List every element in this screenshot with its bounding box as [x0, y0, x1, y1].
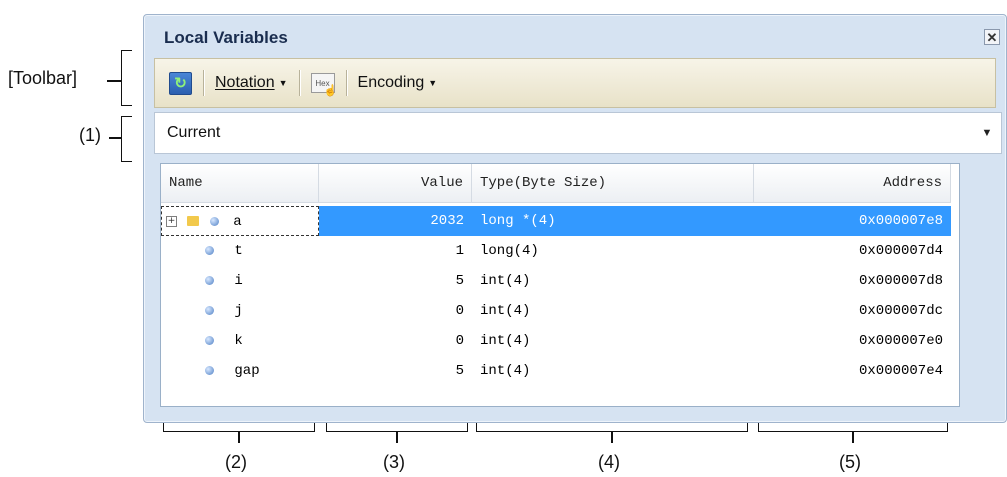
- value-cell[interactable]: 1: [319, 236, 472, 266]
- variable-icon: [205, 305, 214, 315]
- close-icon: ✕: [986, 29, 998, 45]
- column-header-address[interactable]: Address: [754, 164, 951, 202]
- refresh-button[interactable]: ↻: [169, 71, 192, 95]
- address-column-annotation: (5): [839, 452, 861, 472]
- value-cell[interactable]: 5: [319, 266, 472, 296]
- refresh-icon: ↻: [174, 74, 187, 92]
- variable-name: t: [234, 243, 243, 259]
- name-cell[interactable]: j: [161, 296, 319, 326]
- value-cell[interactable]: 2032: [319, 206, 472, 236]
- value-column-annotation: (3): [383, 452, 405, 472]
- panel-title: Local Variables: [164, 28, 288, 47]
- value-column-bracket-tick: [396, 431, 398, 443]
- scope-annotation-leader: [109, 137, 121, 139]
- encoding-menu-button[interactable]: Encoding ▼: [358, 74, 438, 92]
- column-header-type[interactable]: Type(Byte Size): [472, 164, 754, 202]
- address-cell: 0x000007d4: [858, 243, 943, 259]
- local-variables-panel: Local Variables ✕ ↻ Notation ▼ Hex ☝ Enc…: [143, 14, 1007, 423]
- name-cell[interactable]: k: [161, 326, 319, 356]
- type-column-annotation: (4): [598, 452, 620, 472]
- variable-name: j: [234, 303, 243, 319]
- toolbar-separator: [298, 70, 300, 96]
- scope-select[interactable]: Current ▼: [154, 112, 1002, 154]
- type-cell: long(4): [480, 243, 539, 259]
- name-cell[interactable]: t: [161, 236, 319, 266]
- notation-label: Notation: [215, 74, 275, 91]
- name-cell[interactable]: i: [161, 266, 319, 296]
- name-cell[interactable]: gap: [161, 356, 319, 386]
- variable-icon: [205, 275, 214, 285]
- name-column-annotation: (2): [225, 452, 247, 472]
- table-row[interactable]: i 5 int(4) 0x000007d8: [161, 266, 951, 296]
- variable-name: a: [233, 214, 242, 230]
- address-cell: 0x000007e8: [858, 213, 943, 229]
- scope-annotation: (1): [79, 125, 101, 145]
- type-cell: int(4): [480, 363, 531, 379]
- chevron-down-icon: ▼: [278, 78, 288, 88]
- table-row[interactable]: gap 5 int(4) 0x000007e4: [161, 356, 951, 386]
- address-cell: 0x000007e0: [858, 333, 943, 349]
- type-cell: int(4): [480, 333, 531, 349]
- variables-grid: Name Value Type(Byte Size) Address + a 2…: [160, 163, 960, 407]
- variable-icon: [205, 245, 214, 255]
- pointer-variable-icon: [187, 216, 200, 227]
- address-column-bracket-tick: [852, 431, 854, 443]
- table-row[interactable]: + a 2032 long *(4) 0x000007e8: [161, 206, 951, 236]
- scope-annotation-bracket: [121, 116, 132, 162]
- toolbar-separator: [203, 70, 204, 96]
- close-button[interactable]: ✕: [984, 29, 1000, 45]
- address-cell: 0x000007e4: [858, 363, 943, 379]
- encoding-label: Encoding: [357, 74, 425, 91]
- variable-icon: [209, 216, 219, 226]
- variable-icon: [205, 335, 214, 345]
- hex-button[interactable]: Hex ☝: [310, 73, 338, 97]
- variable-name: i: [234, 273, 243, 289]
- pointer-hand-icon: ☝: [323, 85, 338, 97]
- table-row[interactable]: j 0 int(4) 0x000007dc: [161, 296, 951, 326]
- toolbar-annotation: [Toolbar]: [8, 68, 78, 88]
- type-cell: int(4): [480, 303, 531, 319]
- grid-header: Name Value Type(Byte Size) Address: [161, 164, 951, 203]
- table-row[interactable]: k 0 int(4) 0x000007e0: [161, 326, 951, 356]
- toolbar-separator: [345, 70, 347, 96]
- value-cell[interactable]: 5: [319, 356, 472, 386]
- variable-name: k: [234, 333, 243, 349]
- value-cell[interactable]: 0: [319, 326, 472, 356]
- column-header-name[interactable]: Name: [161, 164, 319, 202]
- toolbar: ↻ Notation ▼ Hex ☝ Encoding ▼: [154, 58, 996, 108]
- dropdown-arrow-icon[interactable]: ▼: [977, 113, 997, 153]
- toolbar-annotation-bracket: [121, 50, 132, 106]
- type-cell: int(4): [480, 273, 531, 289]
- type-cell: long *(4): [480, 213, 556, 229]
- table-row[interactable]: t 1 long(4) 0x000007d4: [161, 236, 951, 266]
- type-column-bracket-tick: [611, 431, 613, 443]
- variable-name: gap: [234, 363, 260, 379]
- expand-icon[interactable]: +: [166, 215, 177, 227]
- name-column-bracket-tick: [238, 431, 240, 443]
- chevron-down-icon: ▼: [428, 78, 438, 88]
- column-header-value[interactable]: Value: [319, 164, 472, 202]
- title-bar: Local Variables ✕: [150, 21, 1000, 55]
- scope-value: Current: [167, 124, 221, 141]
- address-cell: 0x000007dc: [858, 303, 943, 319]
- name-cell[interactable]: + a: [161, 206, 319, 236]
- address-cell: 0x000007d8: [858, 273, 943, 289]
- toolbar-annotation-leader: [107, 80, 121, 82]
- variable-icon: [205, 365, 214, 375]
- notation-menu-button[interactable]: Notation ▼: [215, 74, 288, 92]
- value-cell[interactable]: 0: [319, 296, 472, 326]
